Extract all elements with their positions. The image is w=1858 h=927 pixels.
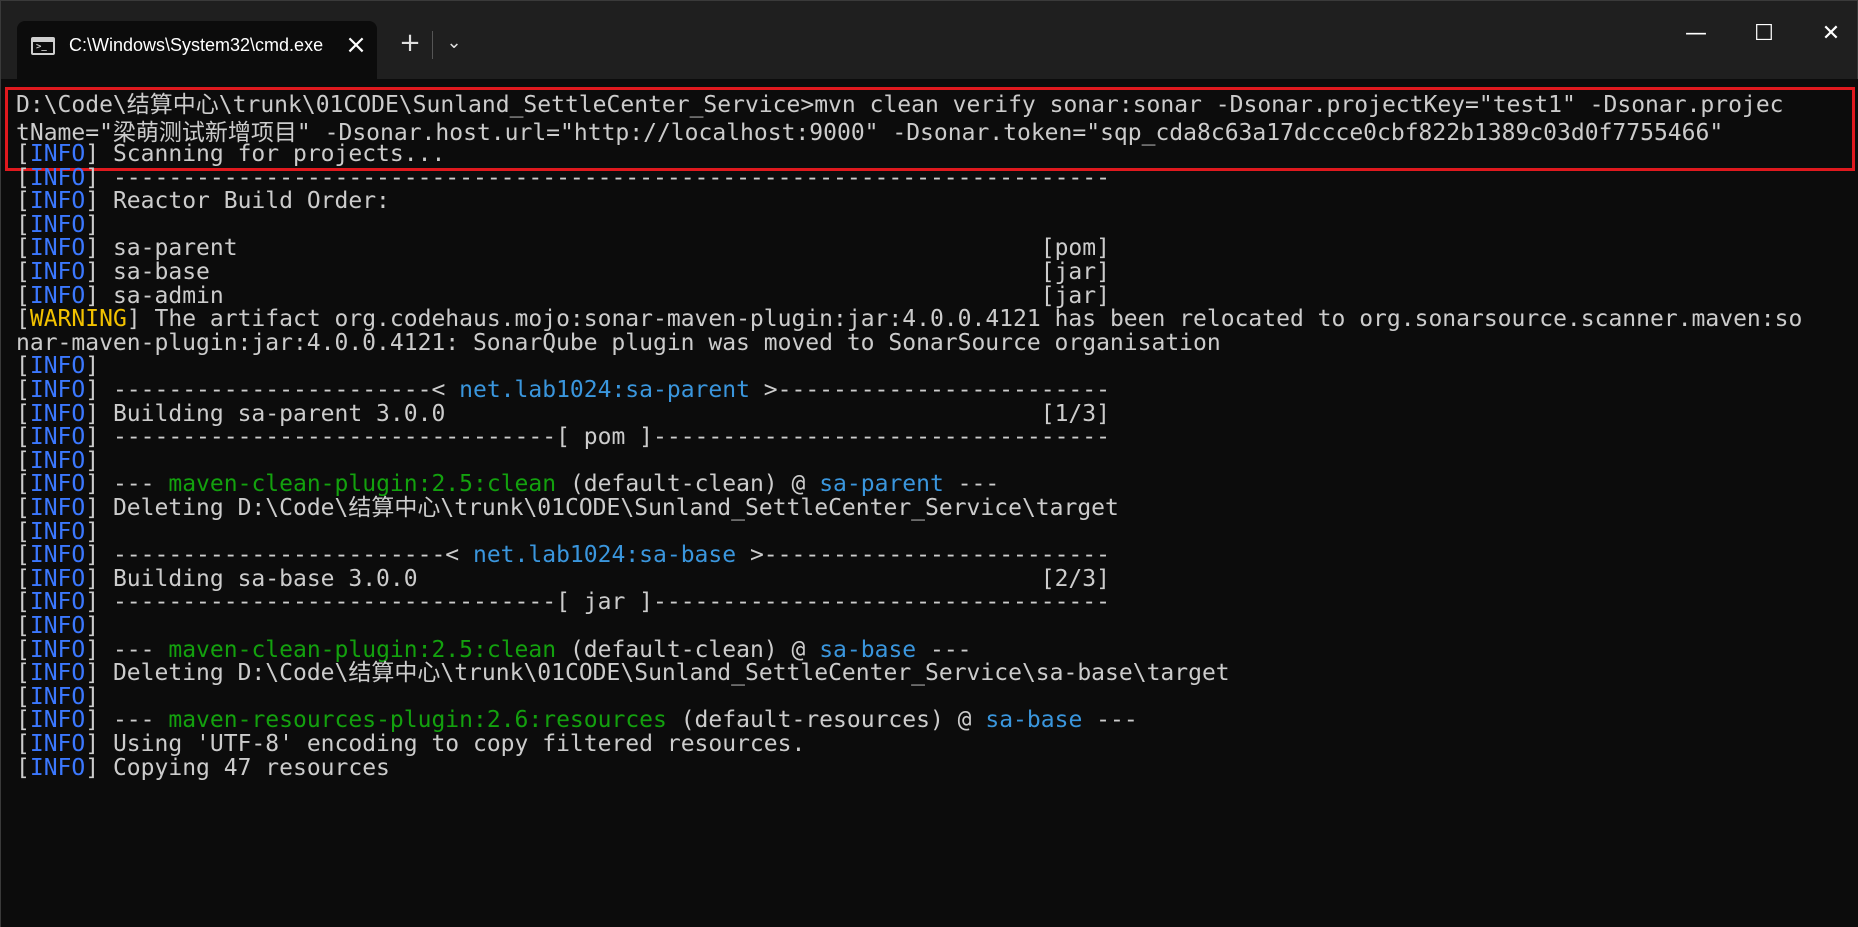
log-line: [INFO] Deleting D:\Code\结算中心\trunk\01COD… xyxy=(16,660,1230,687)
log-text: --------------------------------[ pom ]-… xyxy=(99,424,1110,451)
log-line: [INFO] --------------------------------[… xyxy=(16,589,1110,616)
maximize-button[interactable]: ☐ xyxy=(1734,15,1794,55)
log-line: [INFO] Deleting D:\Code\结算中心\trunk\01COD… xyxy=(16,495,1119,521)
log-text: Deleting D:\Code\结算中心\trunk\01CODE\Sunla… xyxy=(99,495,1119,521)
log-text: nar-maven-plugin:jar:4.0.0.4121: SonarQu… xyxy=(16,329,1221,356)
terminal-window: >_ C:\Windows\System32\cmd.exe × + ⌄ — ☐… xyxy=(0,0,1858,927)
log-level-label: INFO xyxy=(29,754,86,781)
log-line: [INFO] --------------------------------[… xyxy=(16,424,1110,451)
toolbar-divider xyxy=(432,31,433,59)
terminal-icon: >_ xyxy=(31,37,55,55)
new-tab-button[interactable]: + xyxy=(393,25,427,65)
log-text: Copying 47 resources xyxy=(99,754,390,781)
log-text: Reactor Build Order: xyxy=(99,188,390,215)
log-line: nar-maven-plugin:jar:4.0.0.4121: SonarQu… xyxy=(16,329,1221,357)
log-text: Deleting D:\Code\结算中心\trunk\01CODE\Sunla… xyxy=(99,660,1230,687)
tab-title: C:\Windows\System32\cmd.exe xyxy=(69,35,324,55)
tab-cmd[interactable]: >_ C:\Windows\System32\cmd.exe × xyxy=(17,21,377,79)
minimize-button[interactable]: — xyxy=(1666,15,1726,55)
log-text: --- xyxy=(1082,707,1138,734)
console-output[interactable]: D:\Code\结算中心\trunk\01CODE\Sunland_Settle… xyxy=(1,79,1858,927)
close-window-button[interactable]: ✕ xyxy=(1801,15,1858,55)
title-bar: >_ C:\Windows\System32\cmd.exe × + ⌄ — ☐… xyxy=(1,1,1857,79)
log-text: sa-base xyxy=(985,707,1083,734)
close-tab-icon[interactable]: × xyxy=(343,32,369,59)
log-text: --------------------------------[ jar ]-… xyxy=(99,589,1110,616)
log-line: [INFO] Copying 47 resources xyxy=(16,754,390,781)
chevron-down-icon[interactable]: ⌄ xyxy=(437,25,471,65)
